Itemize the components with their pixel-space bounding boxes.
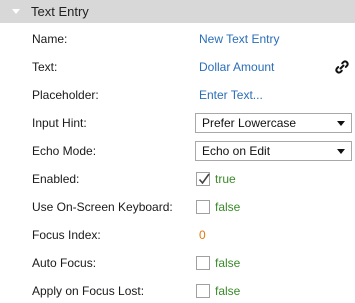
auto-focus-label: Auto Focus: bbox=[32, 256, 97, 270]
use-onscreen-keyboard-value: false bbox=[215, 200, 241, 214]
checkmark-icon bbox=[198, 173, 210, 185]
input-hint-select[interactable]: Prefer Lowercase bbox=[195, 113, 352, 133]
property-row-apply-on-focus-lost: Apply on Focus Lost: false bbox=[0, 279, 355, 303]
placeholder-value[interactable]: Enter Text... bbox=[199, 83, 263, 107]
link-icon[interactable] bbox=[334, 59, 350, 75]
section-header-text-entry[interactable]: Text Entry bbox=[0, 0, 355, 23]
apply-on-focus-lost-checkbox[interactable] bbox=[196, 284, 210, 298]
placeholder-label: Placeholder: bbox=[32, 88, 99, 102]
property-row-text: Text: Dollar Amount bbox=[0, 55, 355, 79]
use-onscreen-keyboard-checkbox[interactable] bbox=[196, 200, 210, 214]
echo-mode-label: Echo Mode: bbox=[32, 144, 97, 158]
apply-on-focus-lost-label: Apply on Focus Lost: bbox=[32, 284, 145, 298]
property-row-placeholder: Placeholder: Enter Text... bbox=[0, 83, 355, 107]
input-hint-label: Input Hint: bbox=[32, 116, 87, 130]
chevron-down-icon bbox=[337, 121, 345, 126]
text-label: Text: bbox=[32, 60, 58, 74]
use-onscreen-keyboard-label: Use On-Screen Keyboard: bbox=[32, 200, 173, 214]
enabled-value: true bbox=[215, 172, 236, 186]
property-row-focus-index: Focus Index: 0 bbox=[0, 223, 355, 247]
focus-index-label: Focus Index: bbox=[32, 228, 101, 242]
echo-mode-selected: Echo on Edit bbox=[202, 144, 271, 158]
property-row-name: Name: New Text Entry bbox=[0, 27, 355, 51]
collapse-triangle-icon[interactable] bbox=[12, 9, 20, 14]
property-row-enabled: Enabled: true bbox=[0, 167, 355, 191]
property-row-auto-focus: Auto Focus: false bbox=[0, 251, 355, 275]
apply-on-focus-lost-value: false bbox=[215, 284, 241, 298]
enabled-checkbox[interactable] bbox=[196, 172, 210, 186]
auto-focus-checkbox[interactable] bbox=[196, 256, 210, 270]
auto-focus-value: false bbox=[215, 256, 241, 270]
section-title: Text Entry bbox=[31, 4, 89, 19]
property-row-input-hint: Input Hint: Prefer Lowercase bbox=[0, 111, 355, 135]
name-value[interactable]: New Text Entry bbox=[199, 27, 279, 51]
chevron-down-icon bbox=[337, 149, 345, 154]
property-row-echo-mode: Echo Mode: Echo on Edit bbox=[0, 139, 355, 163]
name-label: Name: bbox=[32, 32, 68, 46]
input-hint-selected: Prefer Lowercase bbox=[202, 116, 297, 130]
enabled-label: Enabled: bbox=[32, 172, 80, 186]
focus-index-value[interactable]: 0 bbox=[199, 223, 206, 247]
property-row-use-onscreen-keyboard: Use On-Screen Keyboard: false bbox=[0, 195, 355, 219]
echo-mode-select[interactable]: Echo on Edit bbox=[195, 141, 352, 161]
text-value[interactable]: Dollar Amount bbox=[199, 55, 274, 79]
